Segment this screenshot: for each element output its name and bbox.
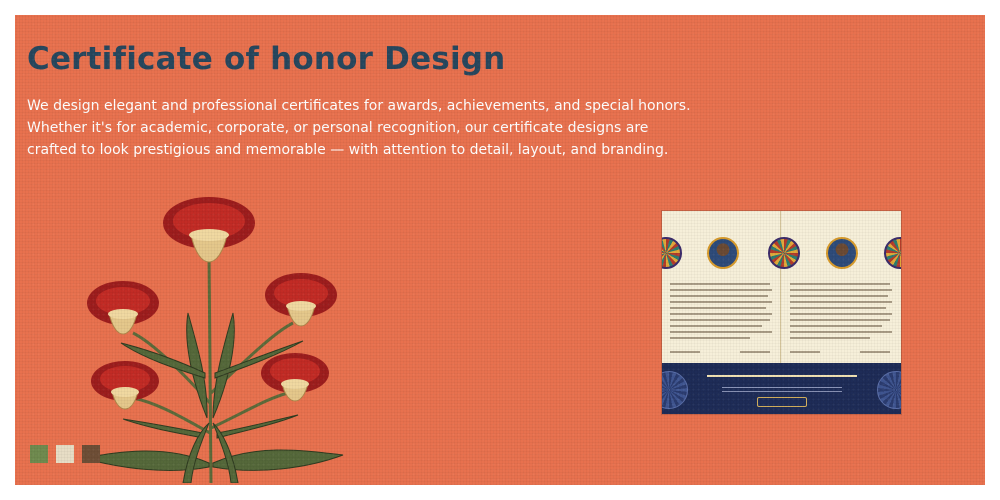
palette-swatch-green bbox=[30, 445, 48, 463]
flower-illustration bbox=[82, 197, 344, 483]
certificate-page-left bbox=[662, 211, 781, 363]
footer-label-box bbox=[757, 397, 807, 407]
mandala-ornament bbox=[884, 237, 901, 269]
certificate-page-right bbox=[768, 211, 901, 363]
palette-swatch-brown bbox=[82, 445, 100, 463]
portrait-photo bbox=[707, 237, 739, 269]
mandala-ornament bbox=[662, 371, 688, 409]
description: We design elegant and professional certi… bbox=[27, 95, 727, 161]
description-line: We design elegant and professional certi… bbox=[27, 98, 691, 114]
description-line: Whether it's for academic, corporate, or… bbox=[27, 120, 649, 136]
mandala-ornament bbox=[768, 237, 800, 269]
certificate-footer-band bbox=[662, 363, 901, 414]
page-title: Certificate of honor Design bbox=[27, 41, 506, 77]
certificate-showcase-card: Certificate of honor Design We design el… bbox=[15, 15, 985, 485]
certificate-preview-image bbox=[662, 211, 901, 414]
mandala-ornament bbox=[877, 371, 901, 409]
palette-swatch-cream bbox=[56, 445, 74, 463]
mandala-ornament bbox=[662, 237, 682, 269]
description-line: crafted to look prestigious and memorabl… bbox=[27, 142, 669, 158]
portrait-photo bbox=[826, 237, 858, 269]
